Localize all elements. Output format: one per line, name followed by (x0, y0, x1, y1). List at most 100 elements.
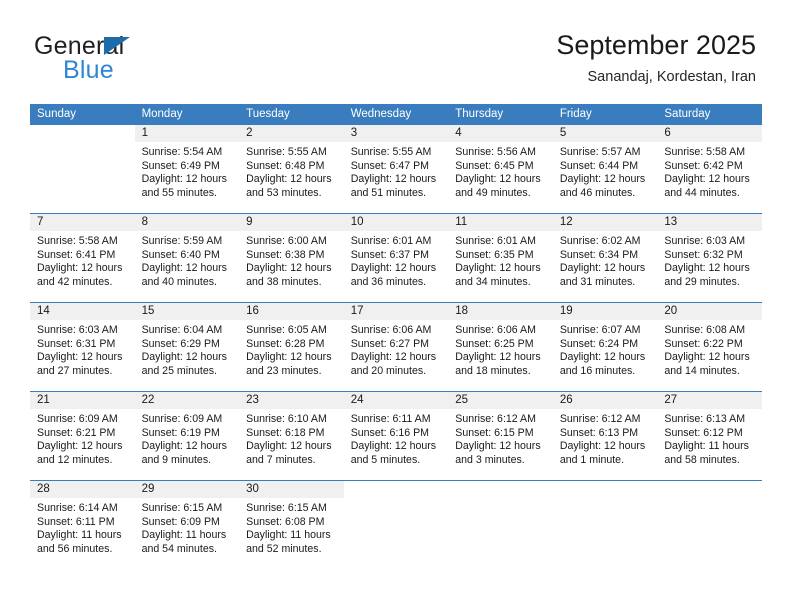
calendar-day-cell[interactable]: 14 Sunrise: 6:03 AM Sunset: 6:31 PM Dayligh… (30, 302, 135, 392)
daylight-text-line2: and 34 minutes. (455, 275, 531, 288)
sunrise-text: Sunrise: 5:55 AM (350, 146, 432, 158)
calendar-day-cell[interactable]: 15 Sunrise: 6:04 AM Sunset: 6:29 PM Dayligh… (134, 302, 240, 392)
day-cell-content: 1 Sunrise: 5:54 AM Sunset: 6:49 PM Daylight… (134, 125, 240, 213)
sunrise-text: Sunrise: 6:15 AM (141, 502, 223, 514)
day-cell-content: 14 Sunrise: 6:03 AM Sunset: 6:31 PM Dayligh… (30, 303, 135, 391)
daylight-text-line1: Daylight: 11 hours (37, 529, 122, 542)
day-cell-content (30, 125, 135, 213)
day-cell-content: 12 Sunrise: 6:02 AM Sunset: 6:34 PM Dayligh… (552, 214, 658, 302)
day-number: 5 (552, 125, 658, 142)
calendar-day-cell[interactable]: 24 Sunrise: 6:11 AM Sunset: 6:16 PM Dayligh… (343, 391, 449, 481)
day-cell-content: 7 Sunrise: 5:58 AM Sunset: 6:41 PM Daylight… (30, 214, 135, 302)
day-number: 26 (552, 392, 658, 409)
day-info: Sunrise: 6:11 AM Sunset: 6:16 PM Daylight:… (344, 409, 449, 467)
calendar-week-row: 1 Sunrise: 5:54 AM Sunset: 6:49 PM Daylight… (30, 125, 762, 214)
logo-triangle-icon (104, 37, 130, 55)
calendar-day-cell[interactable]: 11 Sunrise: 6:01 AM Sunset: 6:35 PM Dayligh… (448, 213, 553, 303)
day-info: Sunrise: 6:06 AM Sunset: 6:25 PM Daylight:… (448, 320, 553, 378)
calendar-day-cell[interactable]: 19 Sunrise: 6:07 AM Sunset: 6:24 PM Dayligh… (552, 302, 658, 392)
daylight-text-line2: and 40 minutes. (141, 275, 217, 288)
calendar-day-cell[interactable]: 25 Sunrise: 6:12 AM Sunset: 6:15 PM Dayligh… (448, 391, 553, 481)
calendar-day-cell[interactable]: 10 Sunrise: 6:01 AM Sunset: 6:37 PM Dayligh… (343, 213, 449, 303)
daylight-text-line1: Daylight: 12 hours (141, 440, 227, 453)
daylight-text-line2: and 27 minutes. (37, 364, 113, 377)
calendar-day-cell[interactable]: 27 Sunrise: 6:13 AM Sunset: 6:12 PM Dayligh… (657, 391, 762, 481)
day-cell-content: 21 Sunrise: 6:09 AM Sunset: 6:21 PM Dayligh… (30, 392, 135, 480)
calendar-day-cell (343, 480, 449, 569)
calendar-day-cell[interactable]: 20 Sunrise: 6:08 AM Sunset: 6:22 PM Dayligh… (657, 302, 762, 392)
day-info: Sunrise: 6:09 AM Sunset: 6:19 PM Daylight:… (135, 409, 240, 467)
calendar-day-cell[interactable]: 12 Sunrise: 6:02 AM Sunset: 6:34 PM Dayligh… (552, 213, 658, 303)
calendar-day-cell[interactable]: 2 Sunrise: 5:55 AM Sunset: 6:48 PM Daylight… (239, 125, 344, 214)
daylight-text-line2: and 23 minutes. (246, 364, 322, 377)
day-number: 9 (239, 214, 344, 231)
calendar-day-cell[interactable]: 28 Sunrise: 6:14 AM Sunset: 6:11 PM Dayligh… (30, 480, 135, 569)
day-number (30, 125, 135, 142)
calendar-week-row: 28 Sunrise: 6:14 AM Sunset: 6:11 PM Dayligh… (30, 480, 762, 569)
daylight-text-line2: and 44 minutes. (664, 186, 740, 199)
daylight-text-line2: and 25 minutes. (141, 364, 217, 377)
sunrise-text: Sunrise: 5:57 AM (559, 146, 641, 158)
sunset-text: Sunset: 6:21 PM (37, 426, 116, 439)
calendar-day-cell[interactable]: 22 Sunrise: 6:09 AM Sunset: 6:19 PM Dayligh… (134, 391, 240, 481)
general-blue-logo: General Blue (34, 32, 234, 86)
calendar-day-cell[interactable]: 9 Sunrise: 6:00 AM Sunset: 6:38 PM Daylight… (239, 213, 344, 303)
day-info (657, 498, 762, 502)
sunrise-text: Sunrise: 6:12 AM (559, 413, 641, 425)
sunrise-text: Sunrise: 5:58 AM (37, 235, 118, 247)
calendar-day-cell[interactable]: 7 Sunrise: 5:58 AM Sunset: 6:41 PM Daylight… (30, 213, 135, 303)
calendar-day-cell[interactable]: 1 Sunrise: 5:54 AM Sunset: 6:49 PM Daylight… (134, 125, 240, 214)
daylight-text-line1: Daylight: 12 hours (559, 262, 646, 275)
daylight-text-line2: and 38 minutes. (246, 275, 322, 288)
day-number: 21 (30, 392, 135, 409)
day-number: 25 (448, 392, 553, 409)
day-number: 27 (657, 392, 762, 409)
calendar-day-cell[interactable]: 4 Sunrise: 5:56 AM Sunset: 6:45 PM Daylight… (448, 125, 553, 214)
calendar-table: Sunday Monday Tuesday Wednesday Thursday… (30, 104, 762, 569)
day-info (553, 498, 658, 502)
calendar-day-cell[interactable]: 8 Sunrise: 5:59 AM Sunset: 6:40 PM Daylight… (134, 213, 240, 303)
daylight-text-line1: Daylight: 12 hours (664, 351, 750, 364)
calendar-day-cell[interactable]: 5 Sunrise: 5:57 AM Sunset: 6:44 PM Daylight… (552, 125, 658, 214)
calendar-day-cell[interactable]: 21 Sunrise: 6:09 AM Sunset: 6:21 PM Dayligh… (30, 391, 135, 481)
calendar-day-cell[interactable]: 18 Sunrise: 6:06 AM Sunset: 6:25 PM Dayligh… (448, 302, 553, 392)
sunset-text: Sunset: 6:41 PM (37, 248, 116, 261)
daylight-text-line2: and 1 minute. (559, 453, 625, 466)
calendar-day-cell[interactable]: 29 Sunrise: 6:15 AM Sunset: 6:09 PM Dayligh… (134, 480, 240, 569)
title-block: September 2025 Sanandaj, Kordestan, Iran (556, 28, 756, 86)
sunrise-text: Sunrise: 6:04 AM (141, 324, 223, 336)
daylight-text-line1: Daylight: 12 hours (455, 440, 541, 453)
day-number: 16 (239, 303, 344, 320)
sunset-text: Sunset: 6:25 PM (455, 337, 534, 350)
sunset-text: Sunset: 6:18 PM (246, 426, 325, 439)
calendar-day-cell[interactable]: 26 Sunrise: 6:12 AM Sunset: 6:13 PM Dayligh… (552, 391, 658, 481)
daylight-text-line1: Daylight: 12 hours (141, 351, 227, 364)
day-cell-content: 13 Sunrise: 6:03 AM Sunset: 6:32 PM Dayligh… (657, 214, 762, 302)
sunset-text: Sunset: 6:37 PM (350, 248, 430, 261)
day-number: 10 (343, 214, 449, 231)
sunrise-text: Sunrise: 6:14 AM (37, 502, 118, 514)
weekday-header-tuesday: Tuesday (239, 104, 344, 125)
calendar-day-cell[interactable]: 17 Sunrise: 6:06 AM Sunset: 6:27 PM Dayligh… (343, 302, 449, 392)
day-number: 3 (343, 125, 449, 142)
day-number: 22 (134, 392, 240, 409)
calendar-day-cell[interactable]: 3 Sunrise: 5:55 AM Sunset: 6:47 PM Daylight… (343, 125, 449, 214)
daylight-text-line1: Daylight: 12 hours (664, 262, 750, 275)
calendar-day-cell[interactable]: 23 Sunrise: 6:10 AM Sunset: 6:18 PM Dayligh… (239, 391, 344, 481)
day-cell-content (344, 481, 449, 569)
daylight-text-line1: Daylight: 12 hours (455, 262, 541, 275)
calendar-day-cell[interactable]: 6 Sunrise: 5:58 AM Sunset: 6:42 PM Daylight… (657, 125, 762, 214)
calendar-day-cell[interactable]: 13 Sunrise: 6:03 AM Sunset: 6:32 PM Dayligh… (657, 213, 762, 303)
daylight-text-line1: Daylight: 12 hours (559, 173, 646, 186)
sunrise-text: Sunrise: 6:07 AM (559, 324, 641, 336)
day-cell-content: 24 Sunrise: 6:11 AM Sunset: 6:16 PM Dayligh… (343, 392, 449, 480)
day-number: 20 (657, 303, 762, 320)
sunset-text: Sunset: 6:13 PM (559, 426, 639, 439)
day-number (553, 481, 658, 498)
calendar-day-cell[interactable]: 16 Sunrise: 6:05 AM Sunset: 6:28 PM Dayligh… (239, 302, 344, 392)
calendar-day-cell[interactable]: 30 Sunrise: 6:15 AM Sunset: 6:08 PM Dayligh… (239, 480, 344, 569)
day-number: 12 (552, 214, 658, 231)
day-number: 14 (30, 303, 135, 320)
day-cell-content (553, 481, 658, 569)
page-header: General Blue September 2025 Sanandaj, Ko… (0, 0, 792, 96)
